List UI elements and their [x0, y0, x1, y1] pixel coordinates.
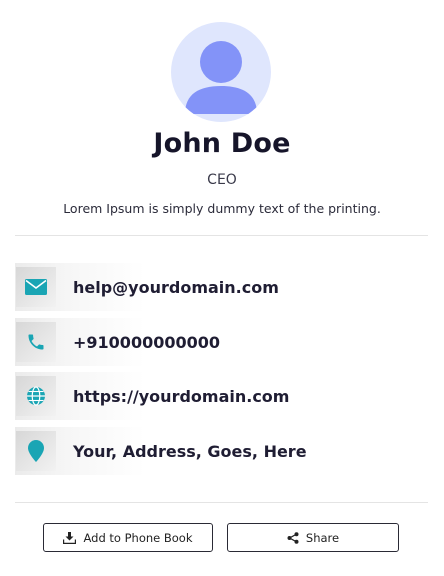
- profile-name: John Doe: [153, 128, 291, 159]
- add-to-phone-book-label: Add to Phone Book: [83, 530, 193, 545]
- share-icon: [287, 531, 299, 544]
- contact-address-row[interactable]: Your, Address, Goes, Here: [15, 427, 428, 475]
- add-to-phone-book-button[interactable]: Add to Phone Book: [43, 523, 213, 552]
- email-icon: [16, 267, 56, 307]
- contact-address[interactable]: Your, Address, Goes, Here: [73, 442, 307, 461]
- divider: [15, 502, 428, 503]
- contact-website[interactable]: https://yourdomain.com: [73, 387, 289, 406]
- avatar: [171, 22, 271, 122]
- contact-phone[interactable]: +910000000000: [73, 333, 220, 352]
- contact-website-row[interactable]: https://yourdomain.com: [15, 372, 428, 420]
- profile-description: Lorem Ipsum is simply dummy text of the …: [63, 201, 381, 216]
- share-label: Share: [305, 530, 340, 545]
- location-pin-icon: [16, 431, 56, 471]
- divider: [15, 235, 428, 236]
- globe-icon: [16, 376, 56, 416]
- contact-phone-row[interactable]: +910000000000: [15, 318, 428, 366]
- share-button[interactable]: Share: [227, 523, 399, 552]
- profile-title: CEO: [207, 172, 237, 188]
- user-avatar-icon: [185, 41, 257, 114]
- phone-icon: [16, 322, 56, 362]
- contact-email-row[interactable]: help@yourdomain.com: [15, 263, 428, 311]
- contact-email[interactable]: help@yourdomain.com: [73, 278, 279, 297]
- download-icon: [63, 531, 77, 544]
